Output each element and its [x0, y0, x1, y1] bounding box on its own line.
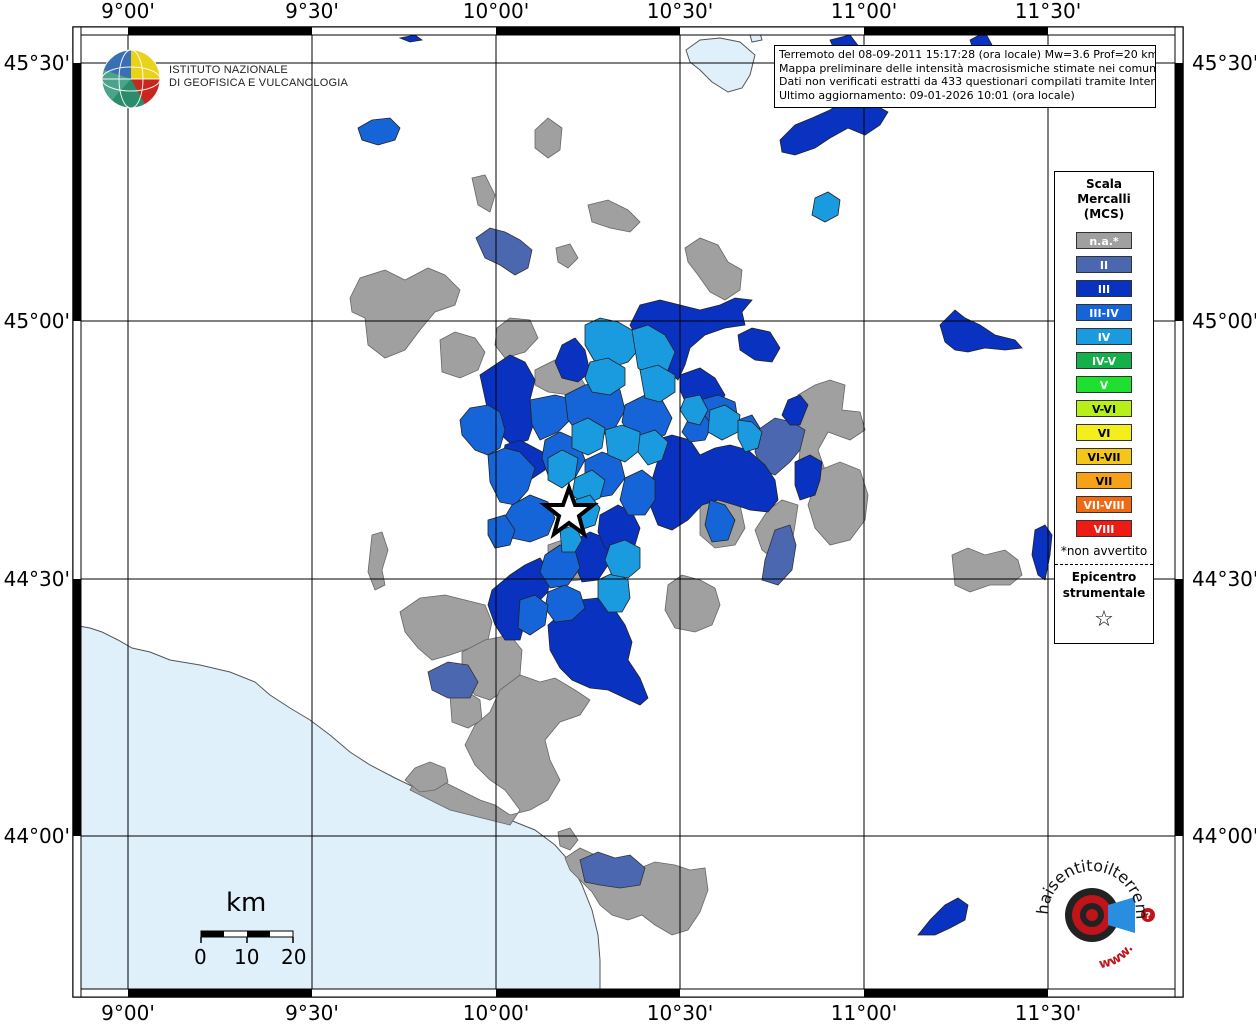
info-line-2: Mappa preliminare delle intensità macros…: [779, 61, 1156, 75]
right-tick-labels: 45°30' 45°00' 44°30' 44°00': [1192, 51, 1256, 848]
tick-bottom-4: 11°00': [831, 1001, 897, 1024]
legend-note: *non avvertito: [1060, 544, 1148, 558]
tick-bottom-0: 9°00': [101, 1001, 155, 1024]
tick-left-2: 44°30': [4, 567, 70, 591]
legend-epi-1: Epicentro: [1071, 570, 1137, 584]
tick-bottom-1: 9°30': [285, 1001, 339, 1024]
legend-swatch-v: V: [1076, 376, 1132, 393]
ingv-logo-text: ISTITUTO NAZIONALE DI GEOFISICA E VULCAN…: [169, 64, 348, 90]
info-line-1: Terremoto del 08-09-2011 15:17:28 (ora l…: [779, 48, 1156, 61]
legend-swatch-vi-vii: VI-VII: [1076, 448, 1132, 465]
legend-swatch-n-a: n.a.*: [1076, 232, 1132, 249]
legend-epicenter-label: Epicentro strumentale: [1055, 569, 1153, 601]
scale-unit: km: [226, 888, 267, 918]
scale-label-20: 20: [281, 945, 307, 969]
tick-right-3: 44°00': [1192, 824, 1256, 848]
legend-swatch-iii-iv: III-IV: [1076, 304, 1132, 321]
legend-swatch-iv: IV: [1076, 328, 1132, 345]
ingv-line-1: ISTITUTO NAZIONALE: [169, 64, 288, 76]
top-tick-labels: 9°00' 9°30' 10°00' 10°30' 11°00' 11°30': [101, 0, 1081, 23]
tick-top-0: 9°00': [101, 0, 155, 23]
legend-swatch-iii: III: [1076, 280, 1132, 297]
tick-left-3: 44°00': [4, 824, 70, 848]
legend-title-3: (MCS): [1083, 207, 1125, 221]
tick-right-2: 44°30': [1192, 567, 1256, 591]
legend-swatch-vii-viii: VII-VIII: [1076, 496, 1132, 513]
legend-swatches: n.a.* II III III-IV IV IV-V V V-VI VI VI-VII VII VI…: [1055, 232, 1153, 537]
tick-top-5: 11°30': [1015, 0, 1081, 23]
tick-top-3: 10°30': [647, 0, 713, 23]
legend-swatch-iv-v: IV-V: [1076, 352, 1132, 369]
mcs-legend: Scala Mercalli (MCS) n.a.* II III III-IV IV I…: [1054, 171, 1154, 644]
scale-label-10: 10: [234, 945, 260, 969]
ingv-line-2: DI GEOFISICA E VULCANOLOGIA: [169, 77, 348, 89]
tick-right-0: 45°30': [1192, 51, 1256, 75]
legend-swatch-viii: VIII: [1076, 520, 1132, 537]
legend-swatch-v-vi: V-VI: [1076, 400, 1132, 417]
tick-bottom-5: 11°30': [1015, 1001, 1081, 1024]
info-line-4: Ultimo aggiornamento: 09-01-2026 10:01 (…: [779, 88, 1075, 102]
ingv-globe-icon: [101, 49, 161, 109]
scale-label-0: 0: [194, 945, 207, 969]
tick-left-0: 45°30': [4, 51, 70, 75]
legend-swatch-vii: VII: [1076, 472, 1132, 489]
bottom-tick-labels: 9°00' 9°30' 10°00' 10°30' 11°00' 11°30': [101, 1001, 1081, 1024]
legend-title: Scala Mercalli (MCS): [1055, 177, 1153, 222]
tick-top-2: 10°00': [463, 0, 529, 23]
tick-top-1: 9°30': [285, 0, 339, 23]
tick-right-1: 45°00': [1192, 309, 1256, 333]
info-line-3: Dati non verificati estratti da 433 ques…: [779, 75, 1156, 88]
legend-title-1: Scala: [1085, 177, 1123, 191]
legend-swatch-vi: VI: [1076, 424, 1132, 441]
legend-title-2: Mercalli: [1077, 192, 1131, 206]
legend-epi-2: strumentale: [1062, 586, 1146, 600]
tick-top-4: 11°00': [831, 0, 897, 23]
legend-separator: [1055, 564, 1153, 565]
legend-swatch-ii: II: [1076, 256, 1132, 273]
legend-star-icon: ☆: [1094, 607, 1114, 632]
left-tick-labels: 45°30' 45°00' 44°30' 44°00': [4, 51, 70, 848]
tick-bottom-3: 10°30': [647, 1001, 713, 1024]
tick-bottom-2: 10°00': [463, 1001, 529, 1024]
event-info-box: Terremoto del 08-09-2011 15:17:28 (ora l…: [774, 45, 1156, 108]
tick-left-1: 45°00': [4, 309, 70, 333]
